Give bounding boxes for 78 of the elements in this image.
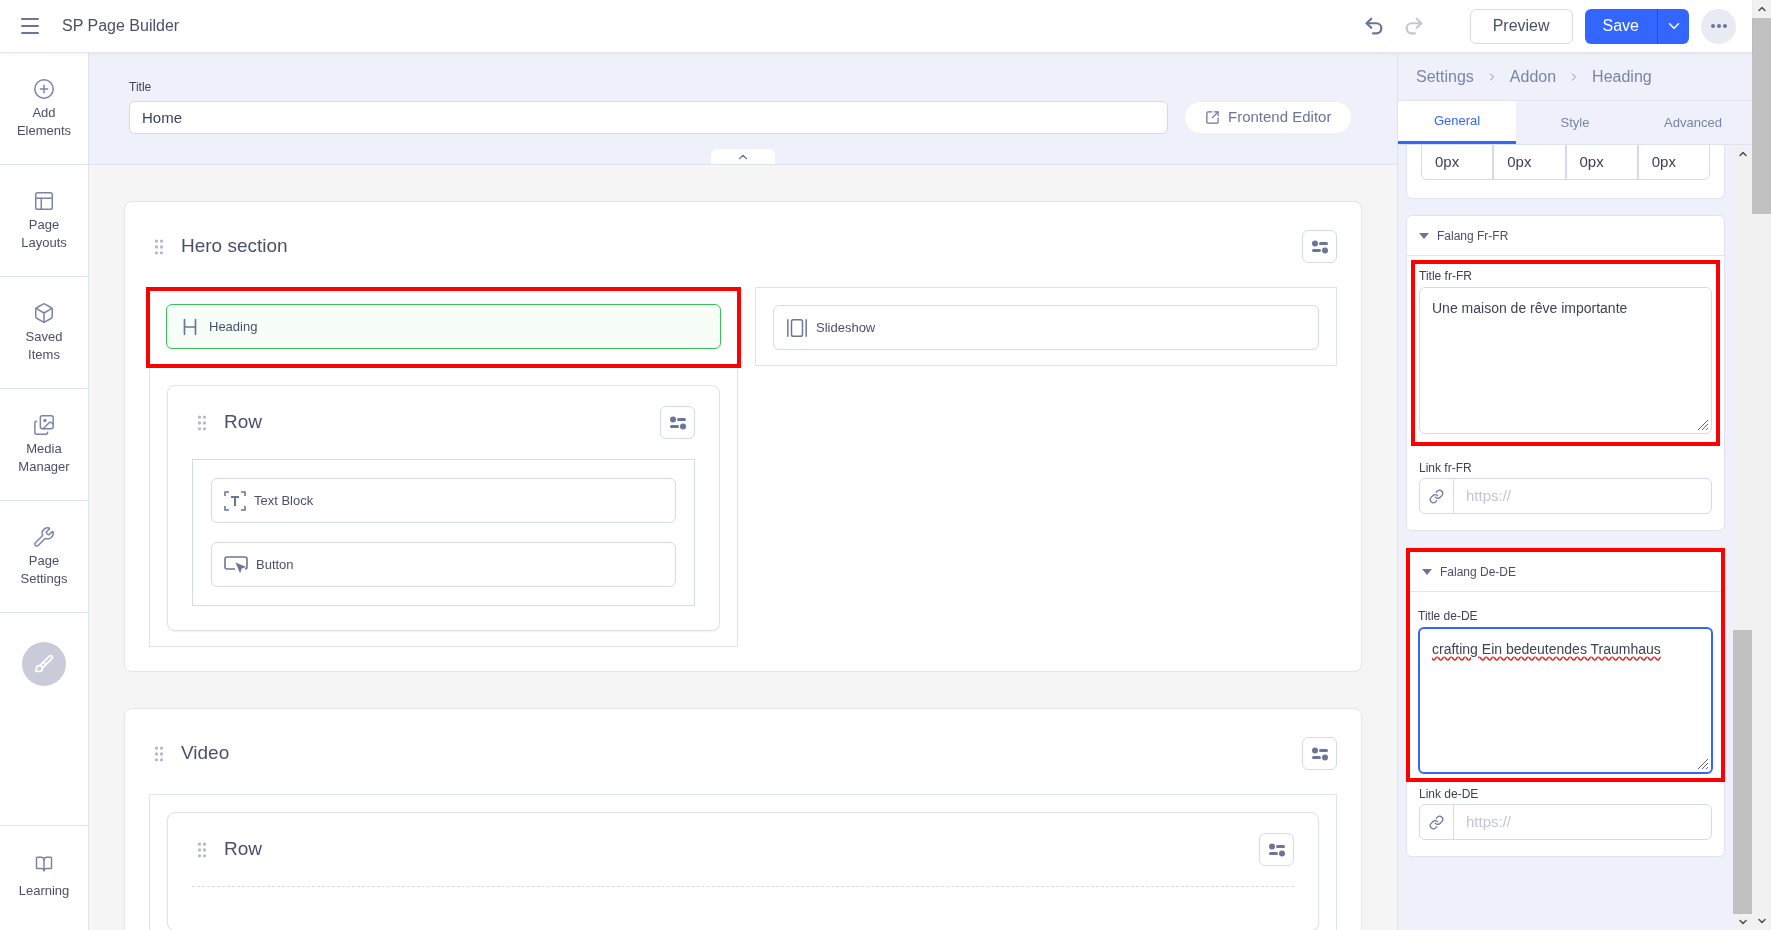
addon-label: Heading <box>209 317 258 336</box>
link-icon <box>1429 488 1444 504</box>
link-icon <box>1429 814 1444 830</box>
url-input[interactable]: https:// <box>1454 805 1711 839</box>
settings-toggle-icon <box>1310 746 1329 761</box>
scrollbar-thumb[interactable] <box>1752 18 1771 214</box>
plus-circle-icon <box>33 77 55 100</box>
options-button[interactable] <box>1259 833 1294 866</box>
field-label: Link de-DE <box>1419 786 1480 802</box>
cube-icon <box>33 301 55 324</box>
panel-scrollbar[interactable] <box>1733 145 1752 930</box>
field-value: crafting Ein bedeutendes Traumhaus <box>1432 641 1661 657</box>
more-button[interactable] <box>1701 8 1736 44</box>
images-icon <box>33 413 55 436</box>
sidebar-item[interactable]: Learning <box>18 881 70 901</box>
caret-icon <box>1422 568 1432 575</box>
url-input[interactable]: https:// <box>1454 479 1711 513</box>
addon-label: Text Block <box>254 491 314 510</box>
section-title: Video <box>181 741 230 766</box>
textarea-field[interactable]: crafting Ein bedeutendes Traumhaus <box>1418 627 1713 774</box>
sidebar-item[interactable]: Page Layouts <box>13 215 75 252</box>
panel-tab[interactable]: General <box>1398 101 1516 144</box>
slideshow-icon <box>786 316 808 339</box>
resize-handle-icon <box>1697 758 1709 770</box>
app-title: SP Page Builder <box>62 16 180 36</box>
button-icon <box>224 555 248 574</box>
section-title: Hero section <box>181 234 288 259</box>
breadcrumb-item: Heading <box>1592 66 1652 87</box>
settings-toggle-icon <box>1267 842 1286 857</box>
spacing-input[interactable]: 0px <box>1565 145 1638 180</box>
field-label: Title fr-FR <box>1419 268 1473 284</box>
field-label: Title de-DE <box>1418 608 1479 624</box>
field-label: Title <box>129 79 153 95</box>
row-title: Row <box>224 837 262 862</box>
spacing-input[interactable]: 0px <box>1637 145 1710 180</box>
title-input[interactable]: Home <box>129 101 1168 134</box>
spacing-input[interactable]: 0px <box>1421 145 1494 180</box>
textarea-field[interactable]: Une maison de rêve importante <box>1419 287 1712 434</box>
group-header[interactable]: Falang De-DE <box>1410 552 1721 592</box>
options-button[interactable] <box>1302 737 1337 770</box>
options-button[interactable] <box>660 406 695 439</box>
scrollbar-thumb[interactable] <box>1733 630 1752 914</box>
sidebar-item[interactable]: Media Manager <box>13 439 75 476</box>
book-icon <box>35 855 53 874</box>
frontend-editor-button[interactable]: Frontend Editor <box>1185 102 1352 133</box>
link-field[interactable]: https:// <box>1419 804 1712 840</box>
field-value: Une maison de rêve importante <box>1432 300 1628 316</box>
preview-button[interactable]: Preview <box>1469 8 1573 44</box>
page-scrollbar[interactable] <box>1752 0 1771 930</box>
save-button[interactable]: Save <box>1584 8 1657 44</box>
element-block[interactable]: Text Block <box>211 478 676 523</box>
sidebar-item[interactable]: Saved Items <box>13 327 75 364</box>
element-block[interactable]: Slideshow <box>773 305 1319 350</box>
brush-icon <box>34 653 54 674</box>
addon-label: Slideshow <box>816 318 876 337</box>
wrench-icon <box>33 525 55 548</box>
spacing-input[interactable]: 0px <box>1493 145 1566 180</box>
sidebar-item[interactable]: Page Settings <box>13 551 75 588</box>
field-label: Link fr-FR <box>1419 460 1473 476</box>
options-button[interactable] <box>1302 230 1337 263</box>
group-title: Falang De-DE <box>1440 563 1517 581</box>
text-icon <box>224 489 246 512</box>
external-link-icon <box>1205 110 1220 125</box>
row-title: Row <box>224 410 262 435</box>
addon-label: Button <box>256 555 294 574</box>
more-icon <box>1710 24 1727 28</box>
save-options-button[interactable] <box>1657 8 1689 44</box>
resize-handle-icon <box>1697 419 1709 431</box>
group-title: Falang Fr-FR <box>1437 227 1509 245</box>
group-header[interactable]: Falang Fr-FR <box>1407 216 1724 256</box>
element-block[interactable]: Button <box>211 542 676 587</box>
link-field[interactable]: https:// <box>1419 478 1712 514</box>
element-block[interactable]: Heading <box>166 304 721 349</box>
sidebar-item[interactable]: Add Elements <box>13 103 75 140</box>
caret-icon <box>1419 232 1429 239</box>
layout-icon <box>33 189 55 212</box>
settings-toggle-icon <box>1310 239 1329 254</box>
settings-toggle-icon <box>668 415 687 430</box>
